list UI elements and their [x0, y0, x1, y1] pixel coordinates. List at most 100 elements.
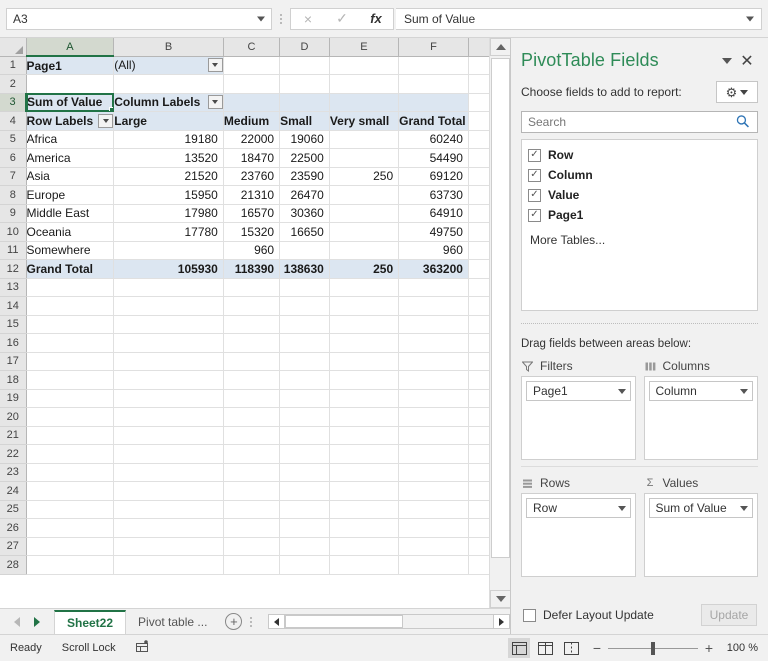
search-input[interactable] — [528, 115, 737, 129]
cell-a2[interactable] — [26, 74, 115, 94]
cell-e23[interactable] — [329, 463, 400, 482]
cell-d28[interactable] — [279, 555, 330, 575]
cell-c9[interactable]: 16570 — [223, 204, 281, 223]
cell-a17[interactable] — [26, 352, 115, 371]
cell-a12[interactable]: Grand Total — [26, 259, 115, 279]
cell-c20[interactable] — [223, 407, 281, 427]
cell-a28[interactable] — [26, 555, 115, 575]
cell-a20[interactable] — [26, 407, 115, 427]
row-header-13[interactable]: 13 — [0, 278, 27, 297]
field-list-tools-button[interactable]: ⚙ — [716, 81, 758, 103]
cell-d19[interactable] — [279, 389, 330, 408]
cell-d12[interactable]: 138630 — [279, 259, 330, 279]
cell-b18[interactable] — [113, 370, 224, 390]
page-filter-dropdown-icon[interactable] — [207, 58, 223, 73]
cell-f21[interactable] — [398, 426, 469, 445]
enter-formula-button[interactable]: ✓ — [325, 9, 359, 29]
search-box[interactable] — [521, 111, 758, 133]
chevron-down-icon[interactable] — [740, 505, 748, 511]
column-header-c[interactable]: C — [223, 38, 281, 57]
row-header-24[interactable]: 24 — [0, 481, 27, 501]
cell-a19[interactable] — [26, 389, 115, 408]
cell-c24[interactable] — [223, 481, 281, 501]
cell-f22[interactable] — [398, 444, 469, 464]
cell-e15[interactable] — [329, 315, 400, 334]
row-header-12[interactable]: 12 — [0, 259, 27, 279]
cell-b27[interactable] — [113, 537, 224, 556]
cell-d4-small[interactable]: Small — [279, 111, 330, 131]
cell-c21[interactable] — [223, 426, 281, 445]
cell-d6[interactable]: 22500 — [279, 148, 330, 168]
row-header-18[interactable]: 18 — [0, 370, 27, 390]
scroll-right-button[interactable] — [493, 614, 510, 629]
cell-d18[interactable] — [279, 370, 330, 390]
cell-b1-page-value[interactable]: (All) — [113, 56, 224, 75]
column-header-d[interactable]: D — [279, 38, 330, 57]
cell-f17[interactable] — [398, 352, 469, 371]
cell-b26[interactable] — [113, 518, 224, 538]
cell-a9[interactable]: Middle East — [26, 204, 115, 223]
cell-b12[interactable]: 105930 — [113, 259, 224, 279]
zoom-out-button[interactable]: − — [592, 640, 602, 656]
field-chip-page1[interactable]: Page1 — [526, 381, 631, 401]
column-header-f[interactable]: F — [398, 38, 469, 57]
cell-b14[interactable] — [113, 296, 224, 316]
row-header-25[interactable]: 25 — [0, 500, 27, 519]
expand-formula-bar-icon[interactable] — [746, 16, 754, 21]
cell-b22[interactable] — [113, 444, 224, 464]
checkbox-value[interactable]: ✓ — [528, 188, 541, 202]
cell-a27[interactable] — [26, 537, 115, 556]
row-header-28[interactable]: 28 — [0, 555, 27, 575]
cell-e1[interactable] — [329, 56, 400, 75]
row-header-16[interactable]: 16 — [0, 333, 27, 353]
vertical-scrollbar[interactable] — [489, 38, 511, 608]
cell-b28[interactable] — [113, 555, 224, 575]
cell-f26[interactable] — [398, 518, 469, 538]
cell-a21[interactable] — [26, 426, 115, 445]
cell-e11[interactable] — [329, 241, 400, 260]
row-header-5[interactable]: 5 — [0, 130, 27, 149]
cell-d16[interactable] — [279, 333, 330, 353]
cell-f12[interactable]: 363200 — [398, 259, 469, 279]
area-filters-box[interactable]: Page1 — [521, 376, 636, 460]
row-header-23[interactable]: 23 — [0, 463, 27, 482]
cell-b19[interactable] — [113, 389, 224, 408]
cell-b25[interactable] — [113, 500, 224, 519]
cell-a7[interactable]: Asia — [26, 167, 115, 186]
vertical-scroll-thumb[interactable] — [491, 58, 510, 558]
cell-b2[interactable] — [113, 74, 224, 94]
sheet-tab-sheet22[interactable]: Sheet22 — [54, 609, 127, 635]
cell-b21[interactable] — [113, 426, 224, 445]
cell-c17[interactable] — [223, 352, 281, 371]
field-chip-sum-of-value[interactable]: Sum of Value — [648, 498, 753, 518]
checkbox-page1[interactable]: ✓ — [528, 208, 541, 222]
row-labels-dropdown-icon[interactable] — [98, 113, 113, 128]
cell-f19[interactable] — [398, 389, 469, 408]
cell-b4-large[interactable]: Large — [113, 111, 224, 131]
next-sheet-icon[interactable] — [34, 616, 40, 627]
cell-e22[interactable] — [329, 444, 400, 464]
cell-c27[interactable] — [223, 537, 281, 556]
zoom-slider[interactable] — [608, 641, 698, 655]
cell-b3-column-labels[interactable]: Column Labels — [113, 93, 224, 112]
cell-c6[interactable]: 18470 — [223, 148, 281, 168]
name-box[interactable]: A3 — [6, 7, 272, 30]
cell-e14[interactable] — [329, 296, 400, 316]
cell-d3[interactable] — [279, 93, 330, 112]
cell-c8[interactable]: 21310 — [223, 185, 281, 205]
horizontal-scrollbar[interactable] — [268, 614, 510, 629]
search-icon[interactable] — [733, 111, 755, 133]
cell-b16[interactable] — [113, 333, 224, 353]
area-rows-box[interactable]: Row — [521, 493, 636, 577]
cell-e2[interactable] — [329, 74, 400, 94]
cell-d15[interactable] — [279, 315, 330, 334]
cell-f24[interactable] — [398, 481, 469, 501]
page-layout-view-icon[interactable] — [534, 638, 556, 658]
cell-e4-very-small[interactable]: Very small — [329, 111, 400, 131]
sheet-tab-pivot-table[interactable]: Pivot table ... — [126, 609, 219, 634]
horizontal-scroll-track[interactable] — [285, 614, 493, 629]
cell-a13[interactable] — [26, 278, 115, 297]
chevron-down-icon[interactable] — [718, 52, 736, 70]
cell-a14[interactable] — [26, 296, 115, 316]
cell-e28[interactable] — [329, 555, 400, 575]
